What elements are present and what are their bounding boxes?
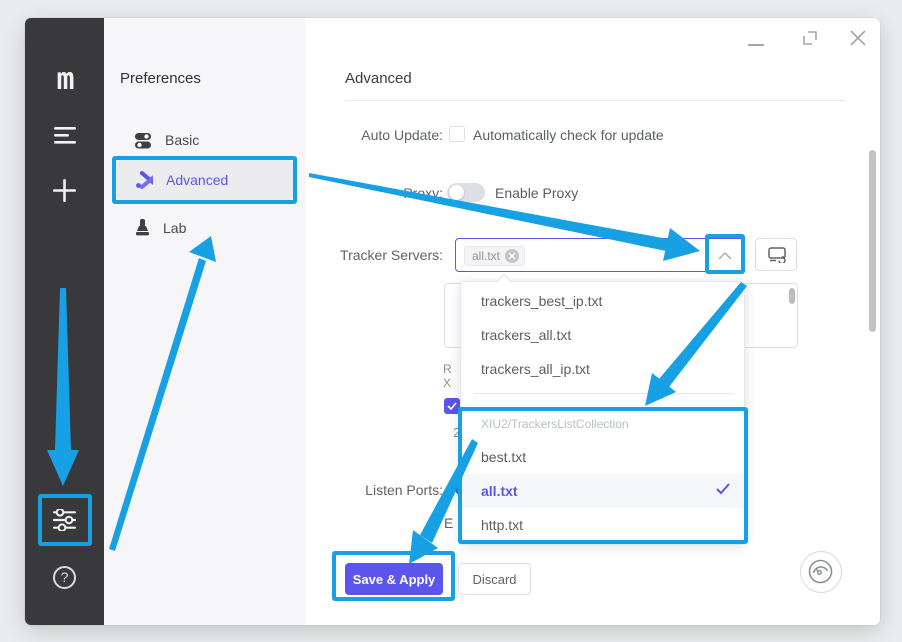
- selected-tag[interactable]: all.txt: [464, 246, 525, 266]
- auto-update-option[interactable]: Automatically check for update: [473, 127, 664, 143]
- covered-label-fragment: E: [444, 515, 453, 531]
- proxy-label: Proxy:: [225, 185, 443, 201]
- task-list-icon[interactable]: [54, 127, 76, 144]
- dropdown-group-divider: [473, 393, 734, 394]
- speed-gauge-button[interactable]: [800, 551, 842, 593]
- help-glyph: ?: [61, 569, 69, 585]
- close-button[interactable]: [850, 30, 866, 46]
- dropdown-item[interactable]: http.txt: [461, 508, 744, 542]
- advanced-tools-icon: [135, 171, 153, 189]
- basic-toggles-icon: [135, 132, 152, 149]
- listen-ports-label: Listen Ports:: [225, 482, 443, 498]
- page-title: Advanced: [345, 70, 412, 87]
- dropdown-item-selected[interactable]: all.txt: [461, 474, 744, 508]
- covered-hint-fragment: X: [443, 376, 451, 390]
- check-icon: [716, 483, 730, 495]
- dropdown-item[interactable]: trackers_best_ip.txt: [461, 284, 744, 318]
- proxy-option: Enable Proxy: [495, 185, 578, 201]
- preferences-panel: Preferences Basic Advanced: [104, 18, 305, 625]
- tag-remove-icon[interactable]: [505, 249, 519, 263]
- app-logo: m: [25, 62, 104, 97]
- preferences-sliders-icon[interactable]: [53, 509, 76, 531]
- refresh-trackers-icon: [768, 247, 786, 263]
- tracker-dropdown: trackers_best_ip.txt trackers_all.txt tr…: [460, 281, 745, 545]
- selected-tag-label: all.txt: [472, 249, 500, 263]
- refresh-trackers-button[interactable]: [755, 238, 797, 271]
- speedometer-icon: [808, 559, 833, 584]
- toggle-knob: [449, 185, 464, 200]
- auto-update-trackers-checkbox[interactable]: [444, 398, 460, 414]
- lab-stamp-icon: [135, 219, 150, 237]
- main-scrollbar[interactable]: [869, 150, 876, 332]
- panel-title: Preferences: [120, 70, 201, 87]
- tracker-servers-select[interactable]: all.txt: [455, 238, 745, 272]
- help-icon[interactable]: ?: [53, 566, 76, 589]
- auto-update-label: Auto Update:: [225, 127, 443, 143]
- dropdown-item[interactable]: trackers_all_ip.txt: [461, 352, 744, 386]
- nav-item-label: Advanced: [166, 172, 228, 188]
- auto-update-checkbox[interactable]: [449, 126, 465, 142]
- nav-item-label: Lab: [163, 220, 186, 236]
- covered-hint-fragment: R: [443, 362, 452, 376]
- dropdown-item[interactable]: best.txt: [461, 440, 744, 474]
- title-divider: [345, 100, 845, 101]
- textarea-scrollbar[interactable]: [789, 288, 795, 304]
- minimize-button[interactable]: [748, 44, 764, 46]
- add-task-icon[interactable]: [53, 179, 76, 202]
- dropdown-item[interactable]: trackers_all.txt: [461, 318, 744, 352]
- save-apply-button[interactable]: Save & Apply: [345, 563, 443, 595]
- maximize-button[interactable]: [803, 31, 818, 46]
- app-window: m ? Preferences: [25, 18, 880, 625]
- app-sidebar: m ?: [25, 18, 104, 625]
- discard-button[interactable]: Discard: [458, 563, 531, 595]
- screen: m ? Preferences: [0, 0, 902, 642]
- chevron-up-icon[interactable]: [718, 252, 732, 260]
- proxy-toggle[interactable]: [447, 183, 485, 202]
- nav-item-lab[interactable]: Lab: [117, 208, 293, 248]
- nav-item-label: Basic: [165, 132, 199, 148]
- tracker-servers-label: Tracker Servers:: [225, 247, 443, 263]
- dropdown-group-label: XIU2/TrackersListCollection: [481, 417, 629, 431]
